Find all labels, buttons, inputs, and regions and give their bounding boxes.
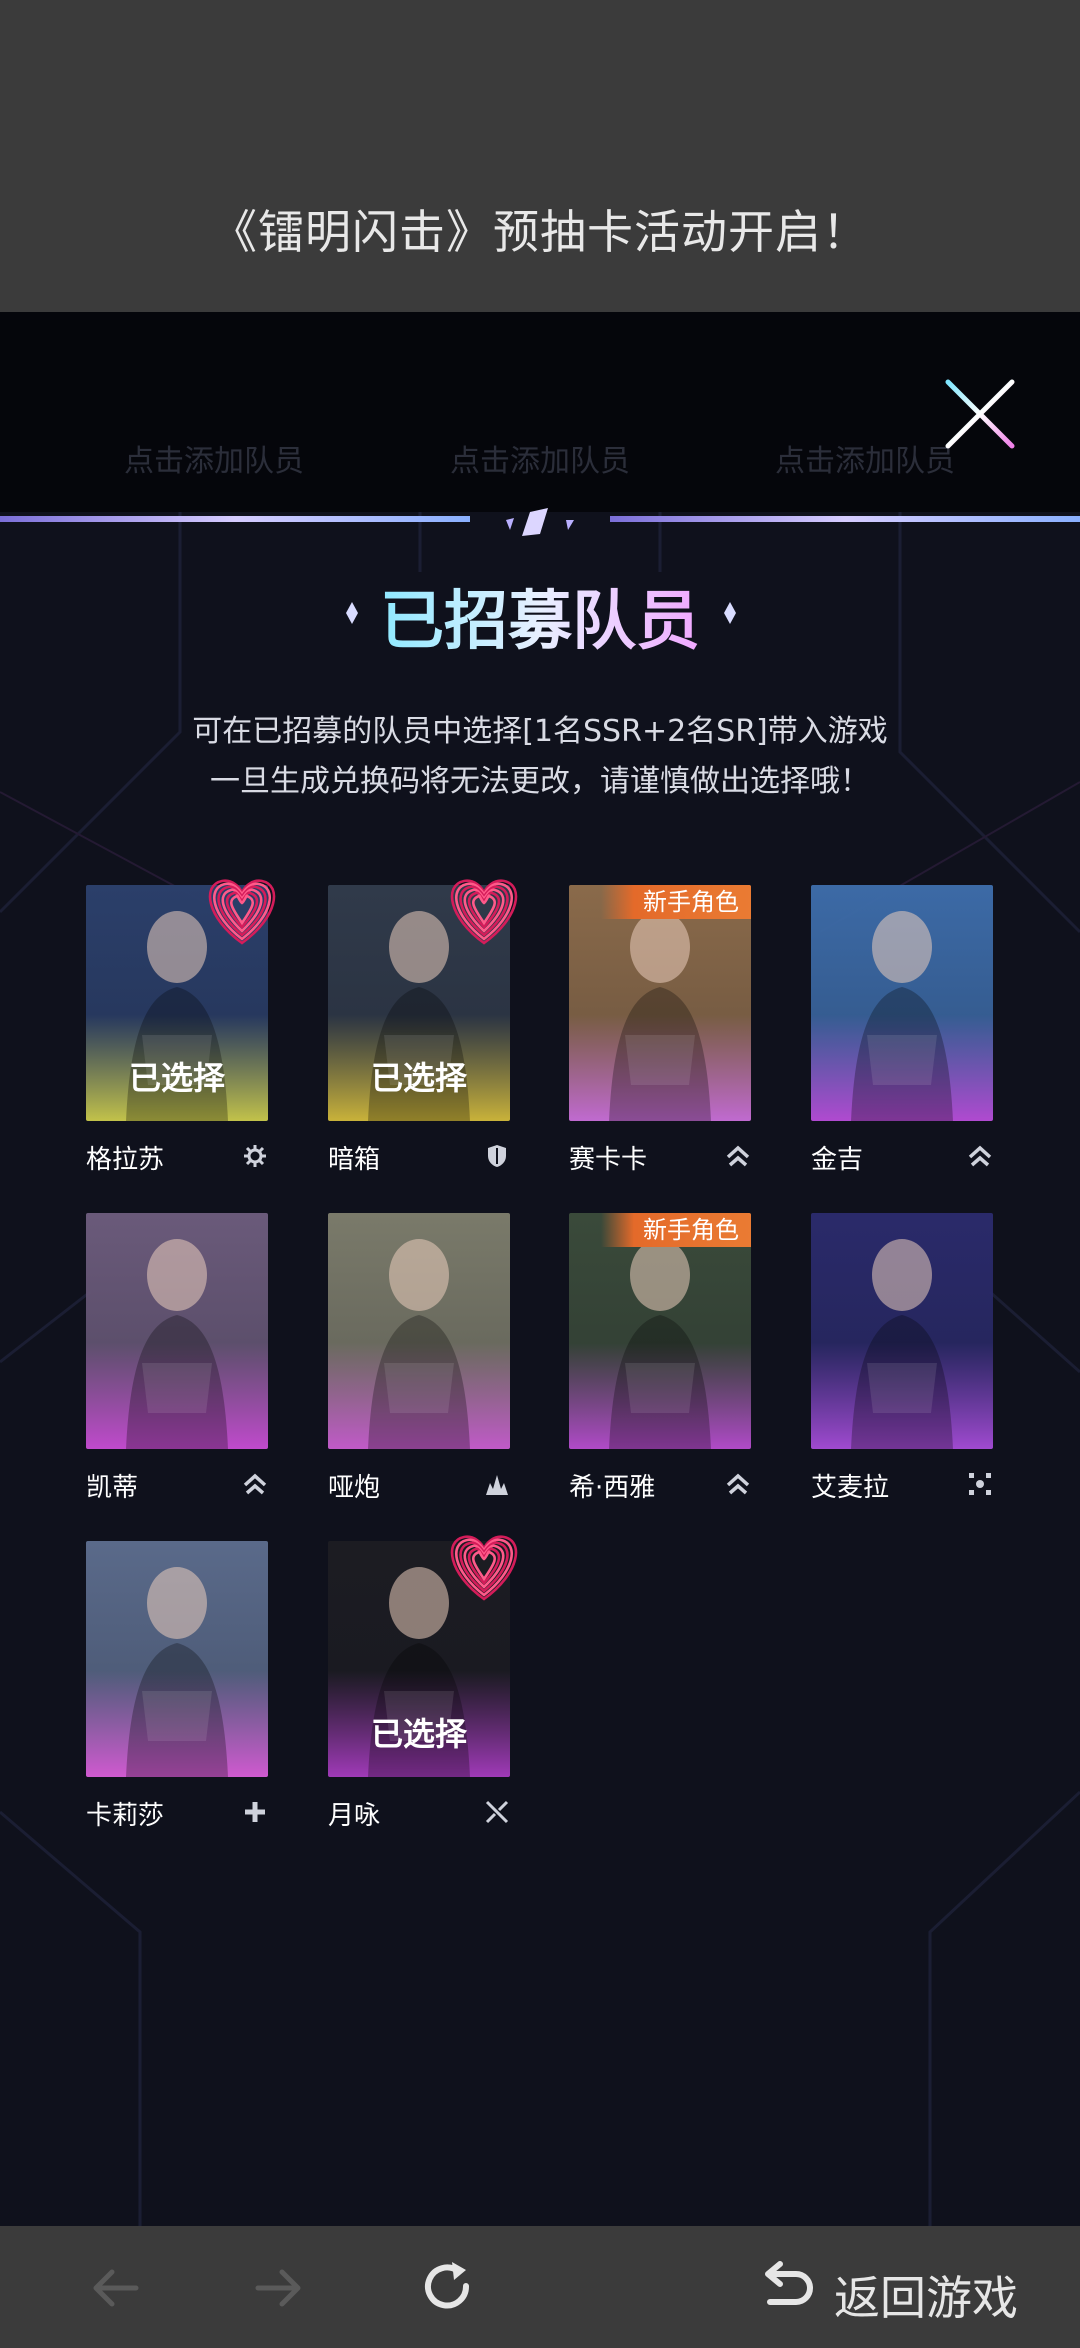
new-role-badge: 新手角色 [601, 1213, 751, 1247]
section-title: 已招募队员 [380, 585, 700, 659]
close-button[interactable] [940, 374, 1020, 454]
hero-card[interactable] [811, 885, 993, 1121]
hero-card[interactable] [86, 1541, 268, 1777]
new-role-badge: 新手角色 [601, 885, 751, 919]
hero-card[interactable] [328, 1213, 510, 1449]
back-button[interactable] [84, 2256, 148, 2320]
hero-portrait [328, 1213, 510, 1449]
arrow-right-icon [255, 2269, 301, 2307]
favorite-heart-icon [450, 879, 518, 945]
favorite-heart-icon [450, 1535, 518, 1601]
description-line-1: 可在已招募的队员中选择[1名SSR+2名SR]带入游戏 [192, 714, 888, 749]
burst-class-icon [486, 1475, 508, 1495]
banner-title: 《镭明闪击》预抽卡活动开启！ [211, 205, 869, 259]
add-member-slot-2[interactable]: 点击添加队员 [390, 436, 690, 480]
hero-portrait [86, 1213, 268, 1449]
hero-name: 月咏 [328, 1801, 381, 1831]
refresh-icon [425, 2262, 470, 2309]
add-member-slot-1[interactable]: 点击添加队员 [64, 436, 364, 480]
chevron-class-icon [968, 1145, 992, 1167]
chevron-class-icon [243, 1473, 267, 1495]
hero-name: 艾麦拉 [811, 1473, 890, 1503]
top-banner: 《镭明闪击》预抽卡活动开启！ [0, 0, 1080, 312]
hero-portrait [569, 885, 751, 1121]
plus-class-icon [245, 1802, 265, 1822]
hero-card[interactable]: 新手角色 [569, 885, 751, 1121]
hero-card[interactable] [86, 1213, 268, 1449]
selected-label: 已选择 [370, 1715, 467, 1753]
header-divider [0, 508, 1080, 536]
return-to-game-button[interactable]: 返回游戏 [756, 2256, 1046, 2325]
hero-name: 暗箱 [328, 1145, 381, 1175]
hero-name: 希·西雅 [569, 1473, 656, 1503]
dots-class-icon [969, 1473, 991, 1495]
title-deco-right [724, 602, 736, 624]
hero-portrait [569, 1213, 751, 1449]
selected-label: 已选择 [128, 1059, 225, 1097]
hero-name: 凯蒂 [86, 1473, 139, 1503]
forward-button[interactable] [246, 2256, 310, 2320]
favorite-heart-icon [208, 879, 276, 945]
hero-name: 赛卡卡 [569, 1145, 648, 1175]
bottom-nav-bar: 返回游戏 [0, 2226, 1080, 2348]
gear-class-icon [244, 1145, 266, 1167]
hero-portrait [811, 885, 993, 1121]
chevron-class-icon [726, 1473, 750, 1495]
hero-portrait [86, 1541, 268, 1777]
arrow-left-icon [93, 2269, 139, 2307]
hero-name: 哑炮 [328, 1473, 381, 1503]
hero-card[interactable] [811, 1213, 993, 1449]
selected-label: 已选择 [370, 1059, 467, 1097]
return-to-game-label: 返回游戏 [834, 2271, 1018, 2325]
hero-card[interactable]: 新手角色 [569, 1213, 751, 1449]
team-slot-strip: 点击添加队员 点击添加队员 点击添加队员 [0, 312, 1080, 512]
hero-name: 金吉 [811, 1145, 864, 1175]
hero-name: 格拉苏 [86, 1145, 165, 1175]
shield-class-icon [488, 1145, 506, 1167]
hero-name: 卡莉莎 [86, 1801, 165, 1831]
return-icon [765, 2261, 813, 2305]
blades-class-icon [485, 1800, 509, 1824]
refresh-button[interactable] [416, 2256, 480, 2320]
description-line-2: 一旦生成兑换码将无法更改，请谨慎做出选择哦！ [210, 764, 870, 799]
recruited-modal: 点击添加队员 点击添加队员 点击添加队员 已招募队员 可在已招募的队员中选择[1… [0, 312, 1080, 2226]
chevron-class-icon [726, 1145, 750, 1167]
hero-portrait [811, 1213, 993, 1449]
close-icon [945, 379, 1015, 449]
